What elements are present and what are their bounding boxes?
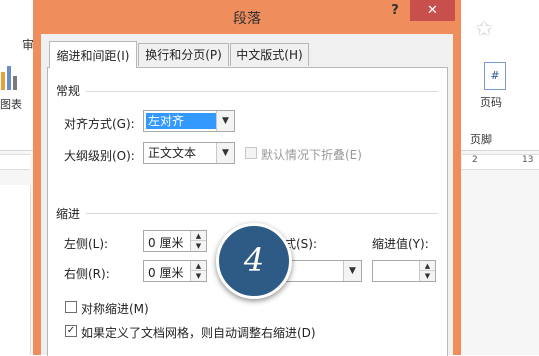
help-button[interactable]: ? bbox=[384, 3, 406, 21]
star-icon: ✩ bbox=[475, 17, 494, 42]
general-group-title: 常规 bbox=[56, 84, 81, 98]
chart-icon[interactable] bbox=[0, 62, 20, 92]
right-indent-spinner[interactable]: 0 厘米 ▲ ▼ bbox=[143, 260, 207, 282]
chevron-down-icon[interactable]: ▼ bbox=[216, 143, 234, 163]
step-number-badge: 4 bbox=[216, 223, 292, 299]
spin-down-icon[interactable]: ▼ bbox=[191, 241, 206, 251]
tab-indents-and-spacing[interactable]: 缩进和间距(I) bbox=[49, 41, 137, 68]
outline-level-dropdown[interactable]: 正文文本 ▼ bbox=[143, 142, 235, 164]
left-indent-value: 0 厘米 bbox=[148, 236, 184, 250]
tab-line-and-page-breaks[interactable]: 换行和分页(P) bbox=[138, 43, 229, 66]
chart-button-label: 图表 bbox=[0, 98, 22, 111]
alignment-dropdown[interactable]: 左对齐 ▼ bbox=[143, 110, 235, 132]
indent-by-spinner[interactable]: ▲ ▼ bbox=[372, 260, 436, 282]
ruler-mark: 2 bbox=[472, 155, 478, 165]
spin-up-icon[interactable]: ▲ bbox=[420, 261, 435, 271]
spin-down-icon[interactable]: ▼ bbox=[191, 271, 206, 281]
footer-label[interactable]: 页脚 bbox=[470, 131, 492, 147]
page-number-icon[interactable]: # bbox=[484, 62, 506, 90]
indent-by-label: 缩进值(Y): bbox=[372, 237, 429, 251]
auto-adjust-right-indent-label: 如果定义了文档网格，则自动调整右缩进(D) bbox=[81, 326, 316, 340]
chevron-down-icon[interactable]: ▼ bbox=[343, 261, 361, 281]
ruler-mark: 13 bbox=[522, 155, 534, 165]
close-button[interactable]: ✕ bbox=[410, 0, 455, 21]
page-number-label: 页码 bbox=[480, 96, 502, 109]
right-indent-label: 右侧(R): bbox=[64, 267, 110, 281]
document-page bbox=[0, 185, 31, 355]
mirror-indents-label: 对称缩进(M) bbox=[81, 302, 149, 316]
outline-level-label: 大纲级别(O): bbox=[64, 149, 135, 163]
ruler-left bbox=[0, 154, 30, 170]
left-indent-label: 左侧(L): bbox=[64, 237, 109, 251]
general-group-divider bbox=[86, 91, 438, 92]
indentation-group-divider bbox=[86, 213, 438, 214]
spin-up-icon[interactable]: ▲ bbox=[191, 261, 206, 271]
indentation-group-title: 缩进 bbox=[56, 207, 81, 221]
spin-up-icon[interactable]: ▲ bbox=[191, 231, 206, 241]
alignment-label: 对齐方式(G): bbox=[64, 117, 135, 131]
right-indent-value: 0 厘米 bbox=[148, 266, 184, 280]
spin-down-icon[interactable]: ▼ bbox=[420, 271, 435, 281]
ruler-right: 2 13 bbox=[462, 154, 539, 170]
mirror-indents-checkbox[interactable] bbox=[65, 301, 77, 313]
chevron-down-icon[interactable]: ▼ bbox=[216, 111, 234, 131]
alignment-value: 左对齐 bbox=[146, 113, 218, 129]
left-indent-spinner[interactable]: 0 厘米 ▲ ▼ bbox=[143, 230, 207, 252]
tab-asian-typography[interactable]: 中文版式(H) bbox=[230, 43, 309, 66]
auto-adjust-right-indent-checkbox[interactable]: ✓ bbox=[65, 325, 77, 337]
outline-level-value: 正文文本 bbox=[148, 146, 197, 160]
collapse-by-default-checkbox[interactable] bbox=[245, 147, 257, 159]
collapse-by-default-label: 默认情况下折叠(E) bbox=[261, 148, 362, 162]
